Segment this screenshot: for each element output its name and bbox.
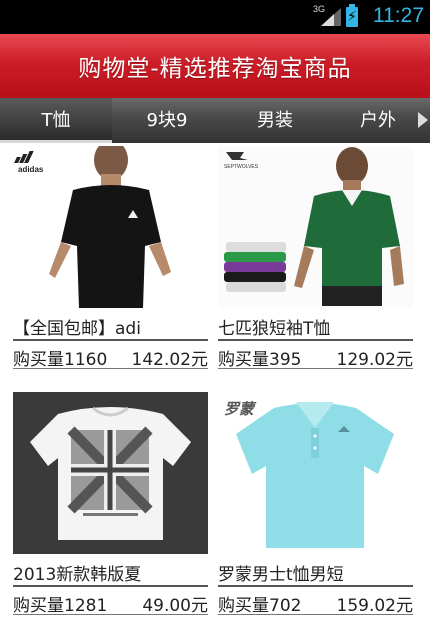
sales-count: 购买量702 [218,596,302,616]
product-price: 142.02元 [131,350,208,370]
sales-count: 购买量1281 [13,596,108,616]
battery-charging-icon: ⚡ [346,4,358,27]
status-bar: 3G ⚡ 11:27 [0,0,430,34]
product-image[interactable]: SEPTWOLVES [218,146,413,308]
product-image[interactable] [13,392,208,554]
divider [218,614,413,615]
tab-9-9[interactable]: 9块9 [112,98,222,143]
clock: 11:27 [373,4,424,27]
divider [218,585,413,587]
category-tabs: T恤 9块9 男装 户外 [0,98,430,143]
svg-text:SEPTWOLVES: SEPTWOLVES [224,164,259,170]
tab-menswear[interactable]: 男装 [222,98,328,143]
sales-count: 购买量1160 [13,350,108,370]
svg-text:adidas: adidas [18,165,44,174]
signal-icon [321,8,341,26]
divider [13,585,208,587]
luomeng-logo: 罗蒙 [224,400,257,418]
divider [218,339,413,341]
product-price: 129.02元 [336,350,413,370]
product-image[interactable]: adidas [13,146,208,308]
product-name[interactable]: 2013新款韩版夏 [13,560,208,585]
tab-outdoor[interactable]: 户外 [328,98,428,143]
product-name[interactable]: 【全国包邮】adi [13,314,208,339]
product-name[interactable]: 罗蒙男士t恤男短 [218,560,413,585]
app-title: 购物堂-精选推荐淘宝商品 [78,56,352,82]
divider [218,368,413,369]
tab-label: T恤 [41,110,71,131]
divider [13,614,208,615]
product-name[interactable]: 七匹狼短袖T恤 [218,314,413,339]
divider [13,368,208,369]
tab-label: 9块9 [146,110,188,131]
tab-label: 男装 [257,110,293,131]
product-image[interactable]: 罗蒙 [218,392,413,554]
scroll-right-icon[interactable] [414,104,430,137]
product-price: 49.00元 [142,596,208,616]
sales-count: 购买量395 [218,350,302,370]
tab-tshirt[interactable]: T恤 [0,98,112,143]
tab-label: 户外 [360,110,396,131]
divider [13,339,208,341]
product-price: 159.02元 [336,596,413,616]
app-bar: 购物堂-精选推荐淘宝商品 [0,34,430,100]
